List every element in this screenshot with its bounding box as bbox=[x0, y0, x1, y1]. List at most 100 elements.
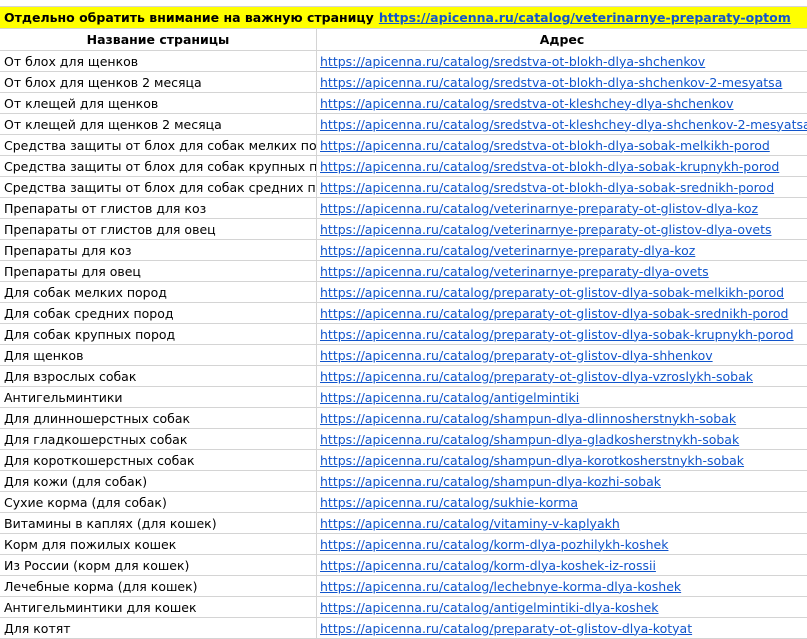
page-name-cell[interactable]: От блох для щенков 2 месяца bbox=[0, 72, 317, 92]
page-name-cell[interactable]: Для короткошерстных собак bbox=[0, 450, 317, 470]
address-cell[interactable]: https://apicenna.ru/catalog/sredstva-ot-… bbox=[317, 156, 807, 176]
address-cell[interactable]: https://apicenna.ru/catalog/korm-dlya-po… bbox=[317, 534, 807, 554]
note-link[interactable]: https://apicenna.ru/catalog/veterinarnye… bbox=[379, 10, 791, 25]
page-name-cell[interactable]: Препараты от глистов для овец bbox=[0, 219, 317, 239]
page-name-cell[interactable]: Средства защиты от блох для собак крупны… bbox=[0, 156, 317, 176]
table-row: Для кожи (для собак) https://apicenna.ru/… bbox=[0, 471, 807, 492]
page-name-cell[interactable]: Антигельминтики для кошек bbox=[0, 597, 317, 617]
page-name-cell[interactable]: От клещей для щенков 2 месяца bbox=[0, 114, 317, 134]
address-cell[interactable]: https://apicenna.ru/catalog/antigelminti… bbox=[317, 387, 807, 407]
address-cell[interactable]: https://apicenna.ru/catalog/shampun-dlya… bbox=[317, 471, 807, 491]
page-name-cell[interactable]: Антигельминтики bbox=[0, 387, 317, 407]
address-link[interactable]: https://apicenna.ru/catalog/veterinarnye… bbox=[320, 201, 758, 216]
page-name-cell[interactable]: Для щенков bbox=[0, 345, 317, 365]
page-name-cell[interactable]: Для собак мелких пород bbox=[0, 282, 317, 302]
address-link[interactable]: https://apicenna.ru/catalog/sredstva-ot-… bbox=[320, 75, 782, 90]
page-name-cell[interactable]: Для кожи (для собак) bbox=[0, 471, 317, 491]
address-link[interactable]: https://apicenna.ru/catalog/preparaty-ot… bbox=[320, 327, 794, 342]
page-name-cell[interactable]: От блох для щенков bbox=[0, 51, 317, 71]
table-row: Препараты от глистов для коз https://apic… bbox=[0, 198, 807, 219]
column-header-name[interactable]: Название страницы bbox=[0, 29, 317, 50]
address-cell[interactable]: https://apicenna.ru/catalog/preparaty-ot… bbox=[317, 324, 807, 344]
address-link[interactable]: https://apicenna.ru/catalog/sredstva-ot-… bbox=[320, 159, 779, 174]
address-link[interactable]: https://apicenna.ru/catalog/shampun-dlya… bbox=[320, 453, 744, 468]
page-name-cell[interactable]: Препараты для овец bbox=[0, 261, 317, 281]
column-header-address[interactable]: Адрес bbox=[317, 29, 807, 50]
address-link[interactable]: https://apicenna.ru/catalog/lechebnye-ko… bbox=[320, 579, 681, 594]
address-cell[interactable]: https://apicenna.ru/catalog/veterinarnye… bbox=[317, 240, 807, 260]
address-cell[interactable]: https://apicenna.ru/catalog/veterinarnye… bbox=[317, 198, 807, 218]
address-link[interactable]: https://apicenna.ru/catalog/preparaty-ot… bbox=[320, 348, 713, 363]
address-cell[interactable]: https://apicenna.ru/catalog/sredstva-ot-… bbox=[317, 51, 807, 71]
address-cell[interactable]: https://apicenna.ru/catalog/shampun-dlya… bbox=[317, 450, 807, 470]
page-name-cell[interactable]: Лечебные корма (для кошек) bbox=[0, 576, 317, 596]
address-link[interactable]: https://apicenna.ru/catalog/preparaty-ot… bbox=[320, 369, 753, 384]
page-name-cell[interactable]: Из России (корм для кошек) bbox=[0, 555, 317, 575]
table-header-row: Название страницы Адрес bbox=[0, 29, 807, 51]
address-cell[interactable]: https://apicenna.ru/catalog/sredstva-ot-… bbox=[317, 93, 807, 113]
address-link[interactable]: https://apicenna.ru/catalog/shampun-dlya… bbox=[320, 432, 739, 447]
page-name-cell[interactable]: Витамины в каплях (для кошек) bbox=[0, 513, 317, 533]
page-name-cell[interactable]: Сухие корма (для собак) bbox=[0, 492, 317, 512]
address-cell[interactable]: https://apicenna.ru/catalog/sredstva-ot-… bbox=[317, 72, 807, 92]
address-cell[interactable]: https://apicenna.ru/catalog/preparaty-ot… bbox=[317, 303, 807, 323]
address-cell[interactable]: https://apicenna.ru/catalog/sukhie-korma bbox=[317, 492, 807, 512]
address-link[interactable]: https://apicenna.ru/catalog/sredstva-ot-… bbox=[320, 54, 705, 69]
address-link[interactable]: https://apicenna.ru/catalog/korm-dlya-po… bbox=[320, 537, 668, 552]
table-row: Лечебные корма (для кошек) https://apicen… bbox=[0, 576, 807, 597]
address-cell[interactable]: https://apicenna.ru/catalog/veterinarnye… bbox=[317, 261, 807, 281]
note-banner[interactable]: Отдельно обратить внимание на важную стр… bbox=[0, 7, 807, 29]
address-cell[interactable]: https://apicenna.ru/catalog/korm-dlya-ko… bbox=[317, 555, 807, 575]
page-name-cell[interactable]: Для гладкошерстных собак bbox=[0, 429, 317, 449]
page-name-cell[interactable]: Препараты от глистов для коз bbox=[0, 198, 317, 218]
address-link[interactable]: https://apicenna.ru/catalog/korm-dlya-ko… bbox=[320, 558, 656, 573]
address-cell[interactable]: https://apicenna.ru/catalog/preparaty-ot… bbox=[317, 618, 807, 638]
address-cell[interactable]: https://apicenna.ru/catalog/shampun-dlya… bbox=[317, 408, 807, 428]
page-name-cell[interactable]: Для собак крупных пород bbox=[0, 324, 317, 344]
address-link[interactable]: https://apicenna.ru/catalog/veterinarnye… bbox=[320, 243, 695, 258]
page-name-cell[interactable]: Препараты для коз bbox=[0, 240, 317, 260]
address-link[interactable]: https://apicenna.ru/catalog/preparaty-ot… bbox=[320, 621, 692, 636]
address-cell[interactable]: https://apicenna.ru/catalog/sredstva-ot-… bbox=[317, 114, 807, 134]
address-cell[interactable]: https://apicenna.ru/catalog/preparaty-ot… bbox=[317, 345, 807, 365]
table-row: От блох для щенков 2 месяца https://apice… bbox=[0, 72, 807, 93]
table-row: От блох для щенков https://apicenna.ru/ca… bbox=[0, 51, 807, 72]
address-link[interactable]: https://apicenna.ru/catalog/veterinarnye… bbox=[320, 264, 709, 279]
page-name-cell[interactable]: Средства защиты от блох для собак средни… bbox=[0, 177, 317, 197]
address-link[interactable]: https://apicenna.ru/catalog/antigelminti… bbox=[320, 600, 659, 615]
address-cell[interactable]: https://apicenna.ru/catalog/vitaminy-v-k… bbox=[317, 513, 807, 533]
address-cell[interactable]: https://apicenna.ru/catalog/lechebnye-ko… bbox=[317, 576, 807, 596]
page-name-cell[interactable]: Средства защиты от блох для собак мелких… bbox=[0, 135, 317, 155]
table-row: От клещей для щенков 2 месяца https://api… bbox=[0, 114, 807, 135]
address-cell[interactable]: https://apicenna.ru/catalog/preparaty-ot… bbox=[317, 366, 807, 386]
table-row: Средства защиты от блох для собак мелких… bbox=[0, 135, 807, 156]
address-link[interactable]: https://apicenna.ru/catalog/vitaminy-v-k… bbox=[320, 516, 620, 531]
address-link[interactable]: https://apicenna.ru/catalog/shampun-dlya… bbox=[320, 411, 736, 426]
address-cell[interactable]: https://apicenna.ru/catalog/sredstva-ot-… bbox=[317, 135, 807, 155]
address-cell[interactable]: https://apicenna.ru/catalog/sredstva-ot-… bbox=[317, 177, 807, 197]
address-link[interactable]: https://apicenna.ru/catalog/antigelminti… bbox=[320, 390, 579, 405]
address-link[interactable]: https://apicenna.ru/catalog/sredstva-ot-… bbox=[320, 96, 734, 111]
address-link[interactable]: https://apicenna.ru/catalog/preparaty-ot… bbox=[320, 285, 784, 300]
table-row: Для котят https://apicenna.ru/catalog/pre… bbox=[0, 618, 807, 639]
table-row: Средства защиты от блох для собак средни… bbox=[0, 177, 807, 198]
address-link[interactable]: https://apicenna.ru/catalog/preparaty-ot… bbox=[320, 306, 788, 321]
address-cell[interactable]: https://apicenna.ru/catalog/antigelminti… bbox=[317, 597, 807, 617]
address-link[interactable]: https://apicenna.ru/catalog/sredstva-ot-… bbox=[320, 117, 807, 132]
page-name-cell[interactable]: Для котят bbox=[0, 618, 317, 638]
address-link[interactable]: https://apicenna.ru/catalog/sukhie-korma bbox=[320, 495, 578, 510]
page-name-cell[interactable]: От клещей для щенков bbox=[0, 93, 317, 113]
page-name-cell[interactable]: Для взрослых собак bbox=[0, 366, 317, 386]
address-link[interactable]: https://apicenna.ru/catalog/shampun-dlya… bbox=[320, 474, 661, 489]
page-name-cell[interactable]: Для длинношерстных собак bbox=[0, 408, 317, 428]
address-link[interactable]: https://apicenna.ru/catalog/sredstva-ot-… bbox=[320, 180, 774, 195]
table-row: Для гладкошерстных собак https://apicenna… bbox=[0, 429, 807, 450]
address-link[interactable]: https://apicenna.ru/catalog/sredstva-ot-… bbox=[320, 138, 770, 153]
address-cell[interactable]: https://apicenna.ru/catalog/preparaty-ot… bbox=[317, 282, 807, 302]
address-cell[interactable]: https://apicenna.ru/catalog/veterinarnye… bbox=[317, 219, 807, 239]
page-name-cell[interactable]: Корм для пожилых кошек bbox=[0, 534, 317, 554]
table-row: Для собак средних пород https://apicenna.… bbox=[0, 303, 807, 324]
address-link[interactable]: https://apicenna.ru/catalog/veterinarnye… bbox=[320, 222, 772, 237]
address-cell[interactable]: https://apicenna.ru/catalog/shampun-dlya… bbox=[317, 429, 807, 449]
page-name-cell[interactable]: Для собак средних пород bbox=[0, 303, 317, 323]
